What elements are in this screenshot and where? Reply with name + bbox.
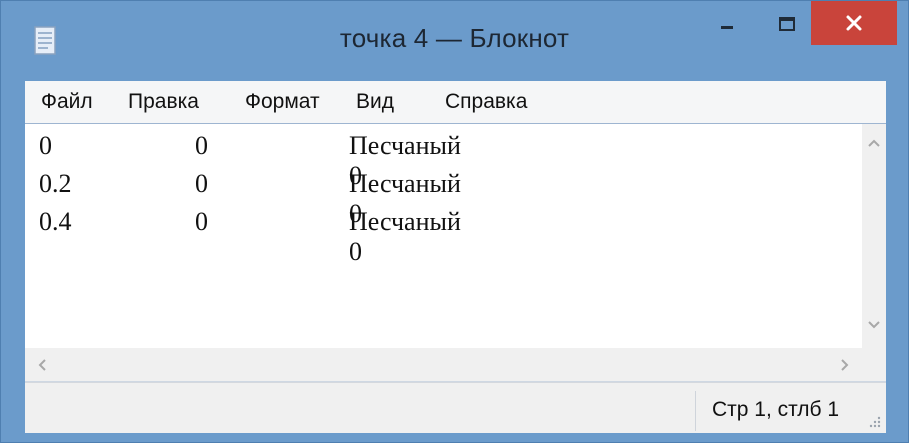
maximize-icon <box>779 17 795 31</box>
chevron-down-icon[interactable] <box>868 321 880 329</box>
line-value-3: Песчаный 0 <box>349 207 461 266</box>
chevron-right-icon[interactable] <box>841 359 849 371</box>
line-value-2: 0 <box>195 169 208 198</box>
text-area[interactable]: 0 0 Песчаный 0 0.2 0 Песчаный 0 0.4 0 Пе… <box>25 124 862 349</box>
menu-help[interactable]: Справка <box>445 90 527 114</box>
horizontal-scrollbar[interactable] <box>25 348 862 381</box>
minimize-icon <box>721 26 733 29</box>
menu-edit[interactable]: Правка <box>128 90 199 114</box>
line-value-1: 0.2 <box>39 169 72 198</box>
editor[interactable]: 0 0 Песчаный 0 0.2 0 Песчаный 0 0.4 0 Пе… <box>25 123 886 382</box>
line-value-2: 0 <box>195 131 208 160</box>
horizontal-scroll-arrows <box>38 359 849 371</box>
line-value-2: 0 <box>195 207 208 236</box>
menu-format[interactable]: Формат <box>245 90 320 114</box>
line-value-1: 0 <box>39 131 52 160</box>
scrollbar-corner <box>862 348 886 381</box>
chevron-up-icon[interactable] <box>868 139 880 147</box>
menu-bar: Файл Правка Формат Вид Справка <box>25 81 886 124</box>
menu-file[interactable]: Файл <box>41 90 93 114</box>
status-divider <box>695 391 696 431</box>
cursor-position: Стр 1, стлб 1 <box>712 398 840 421</box>
notepad-window: точка 4 — Блокнот Файл Правка Формат Вид… <box>0 0 909 443</box>
maximize-button[interactable] <box>763 1 811 49</box>
vertical-scroll-arrows <box>868 139 880 329</box>
vertical-scrollbar[interactable] <box>862 124 886 349</box>
menu-view[interactable]: Вид <box>356 90 394 114</box>
line-value-1: 0.4 <box>39 207 72 236</box>
close-button[interactable] <box>811 1 897 45</box>
resize-grip-icon[interactable] <box>867 414 881 428</box>
chevron-left-icon[interactable] <box>38 359 46 371</box>
close-icon <box>846 15 862 31</box>
title-bar[interactable]: точка 4 — Блокнот <box>1 1 908 81</box>
minimize-button[interactable] <box>703 1 751 49</box>
status-bar: Стр 1, стлб 1 <box>25 382 886 433</box>
